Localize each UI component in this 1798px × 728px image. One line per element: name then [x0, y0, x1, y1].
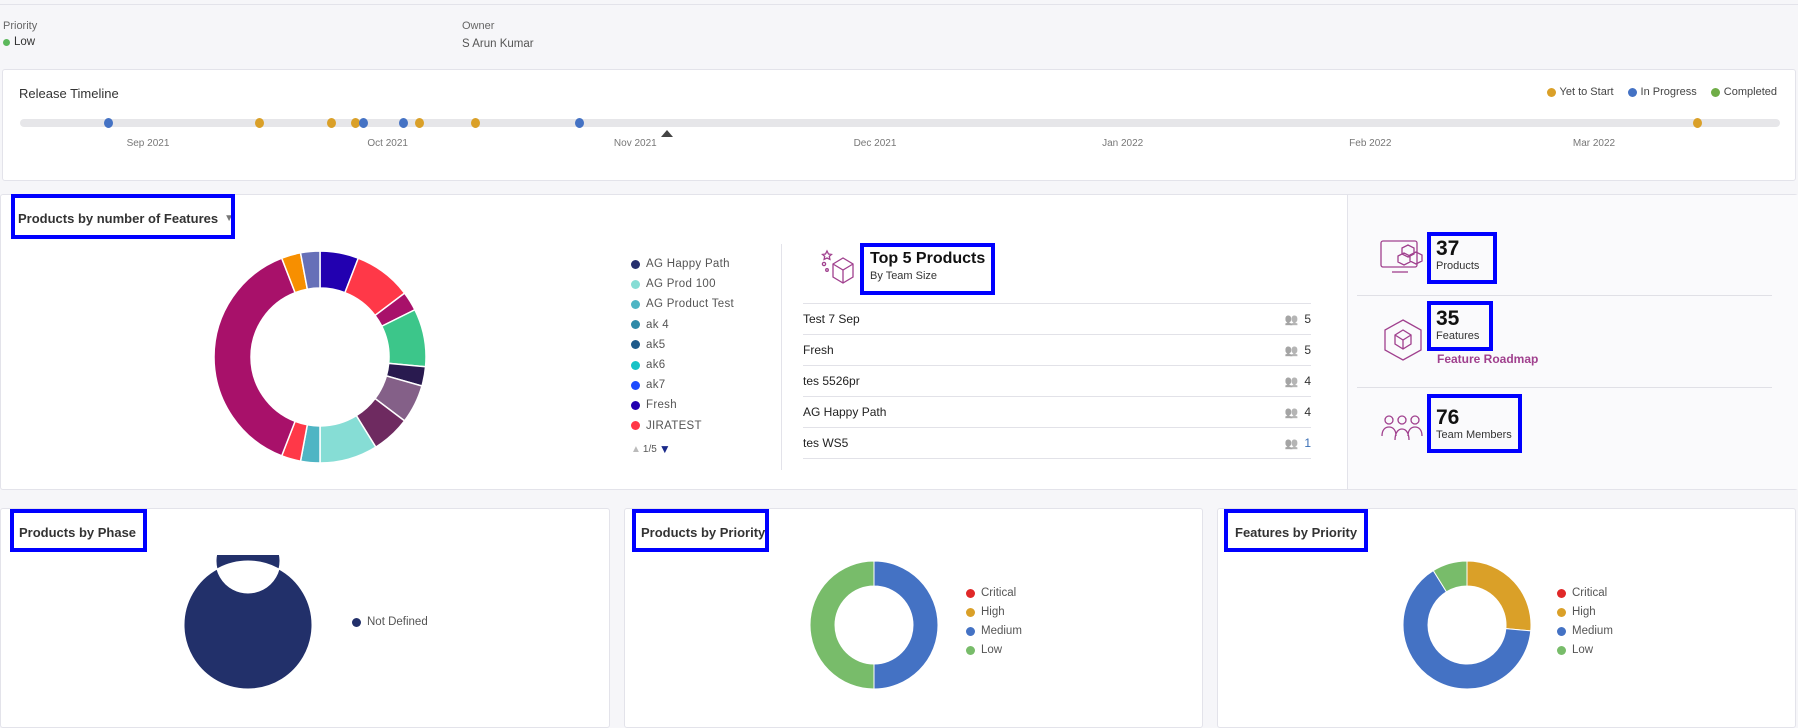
legend-item[interactable]: Low: [966, 644, 1002, 656]
timeline-month-label: Dec 2021: [853, 138, 897, 149]
legend-dot-icon: [1557, 645, 1566, 655]
team-icon: 👥: [1284, 375, 1299, 388]
timeline-month-label: Nov 2021: [613, 138, 657, 149]
legend-dot-icon: [631, 340, 640, 350]
legend-item[interactable]: ak7: [631, 379, 665, 391]
phase-donut-chart: [183, 555, 313, 690]
legend-item[interactable]: AG Product Test: [631, 298, 734, 310]
highlight-box: [10, 509, 147, 552]
release-marker[interactable]: [574, 118, 584, 128]
today-marker-icon: [661, 130, 674, 137]
divider: [1357, 295, 1772, 296]
top5-row[interactable]: tes 5526pr 👥 4: [803, 365, 1311, 396]
release-marker[interactable]: [255, 118, 265, 128]
donut-slice[interactable]: [1466, 560, 1532, 632]
legend-item[interactable]: ak6: [631, 359, 665, 371]
products-icon: [1380, 240, 1423, 273]
feat-priority-donut-chart: [1402, 560, 1532, 690]
priority-value: Low: [3, 36, 35, 48]
release-marker[interactable]: [399, 118, 409, 128]
legend-pager: ▲ 1/5 ▼: [631, 442, 671, 456]
legend-dot-icon: [631, 259, 640, 269]
legend-dot-icon: [966, 645, 975, 655]
divider: [1357, 387, 1772, 388]
release-timeline-card: Release Timeline Yet to Start In Progress…: [2, 69, 1796, 181]
priority-label: Priority: [3, 20, 38, 32]
legend-dot-icon: [966, 588, 975, 598]
team-members-icon: [1381, 415, 1423, 441]
top5-row[interactable]: Fresh 👥 5: [803, 334, 1311, 365]
release-marker[interactable]: [327, 118, 337, 128]
top5-row[interactable]: Test 7 Sep 👥 5: [803, 303, 1311, 334]
highlight-box: [632, 509, 769, 552]
legend-item[interactable]: ak5: [631, 339, 665, 351]
release-marker[interactable]: [359, 118, 369, 128]
legend-item[interactable]: Medium: [966, 625, 1022, 637]
legend-item[interactable]: Fresh: [631, 399, 677, 411]
timeline-month-label: Sep 2021: [126, 138, 170, 149]
legend-dot-icon: [966, 626, 975, 636]
legend-item[interactable]: Critical: [1557, 587, 1607, 599]
donut-slice[interactable]: [873, 560, 939, 690]
legend-dot-icon: [631, 360, 640, 370]
donut-slice[interactable]: [213, 257, 297, 457]
release-marker[interactable]: [1693, 118, 1703, 128]
legend-item[interactable]: ak 4: [631, 319, 669, 331]
legend-item[interactable]: High: [1557, 606, 1596, 618]
pager-down-icon[interactable]: ▼: [659, 442, 671, 456]
priority-dot-icon: [3, 38, 10, 46]
legend-item[interactable]: Critical: [966, 587, 1016, 599]
release-marker[interactable]: [471, 118, 481, 128]
team-icon: 👥: [1284, 344, 1299, 357]
prod-priority-donut-chart: [809, 560, 939, 690]
release-marker[interactable]: [415, 118, 425, 128]
donut-slice[interactable]: [809, 560, 875, 690]
highlight-box: [1427, 301, 1493, 351]
team-icon: 👥: [1284, 313, 1299, 326]
legend-item[interactable]: Low: [1557, 644, 1593, 656]
legend-dot-icon: [631, 421, 640, 431]
legend-dot-icon: [631, 279, 640, 289]
owner-label: Owner: [462, 20, 495, 32]
legend-dot-icon: [1557, 588, 1566, 598]
legend-dot-icon: [352, 617, 361, 627]
highlight-box: [860, 243, 995, 295]
legend-dot-icon: [631, 320, 640, 330]
highlight-box: [11, 194, 235, 239]
timeline-month-label: Jan 2022: [1102, 138, 1144, 149]
timeline-month-label: Feb 2022: [1349, 138, 1392, 149]
pager-up-icon[interactable]: ▲: [631, 444, 641, 455]
legend-dot-icon: [631, 299, 640, 309]
legend-dot-icon: [966, 607, 975, 617]
team-icon: 👥: [1284, 437, 1299, 450]
highlight-box: [1427, 394, 1522, 453]
legend-dot-icon: [1557, 607, 1566, 617]
legend-item[interactable]: Medium: [1557, 625, 1613, 637]
timeline-month-label: Oct 2021: [367, 138, 408, 149]
team-icon: 👥: [1284, 406, 1299, 419]
top5-row[interactable]: AG Happy Path 👥 4: [803, 396, 1311, 427]
legend-item[interactable]: Not Defined: [352, 616, 428, 628]
timeline-month-label: Mar 2022: [1572, 138, 1616, 149]
highlight-box: [1427, 232, 1497, 284]
donut-slice[interactable]: [183, 555, 313, 690]
owner-value: S Arun Kumar: [462, 38, 534, 50]
feature-roadmap-link[interactable]: Feature Roadmap: [1437, 352, 1538, 366]
features-donut-chart: [213, 250, 427, 464]
highlight-box: [1224, 509, 1368, 552]
top-divider: [0, 4, 1798, 5]
legend-item[interactable]: AG Happy Path: [631, 258, 730, 270]
legend-item[interactable]: JIRATEST: [631, 420, 702, 432]
top5-row[interactable]: tes WS5 👥 1: [803, 427, 1311, 458]
legend-dot-icon: [631, 380, 640, 390]
features-icon: [1384, 319, 1422, 361]
release-marker[interactable]: [103, 118, 113, 128]
divider: [781, 244, 782, 470]
divider: [803, 458, 1311, 459]
legend-item[interactable]: High: [966, 606, 1005, 618]
legend-dot-icon: [1557, 626, 1566, 636]
top-products-icon: [821, 249, 854, 284]
legend-dot-icon: [631, 400, 640, 410]
legend-item[interactable]: AG Prod 100: [631, 278, 716, 290]
